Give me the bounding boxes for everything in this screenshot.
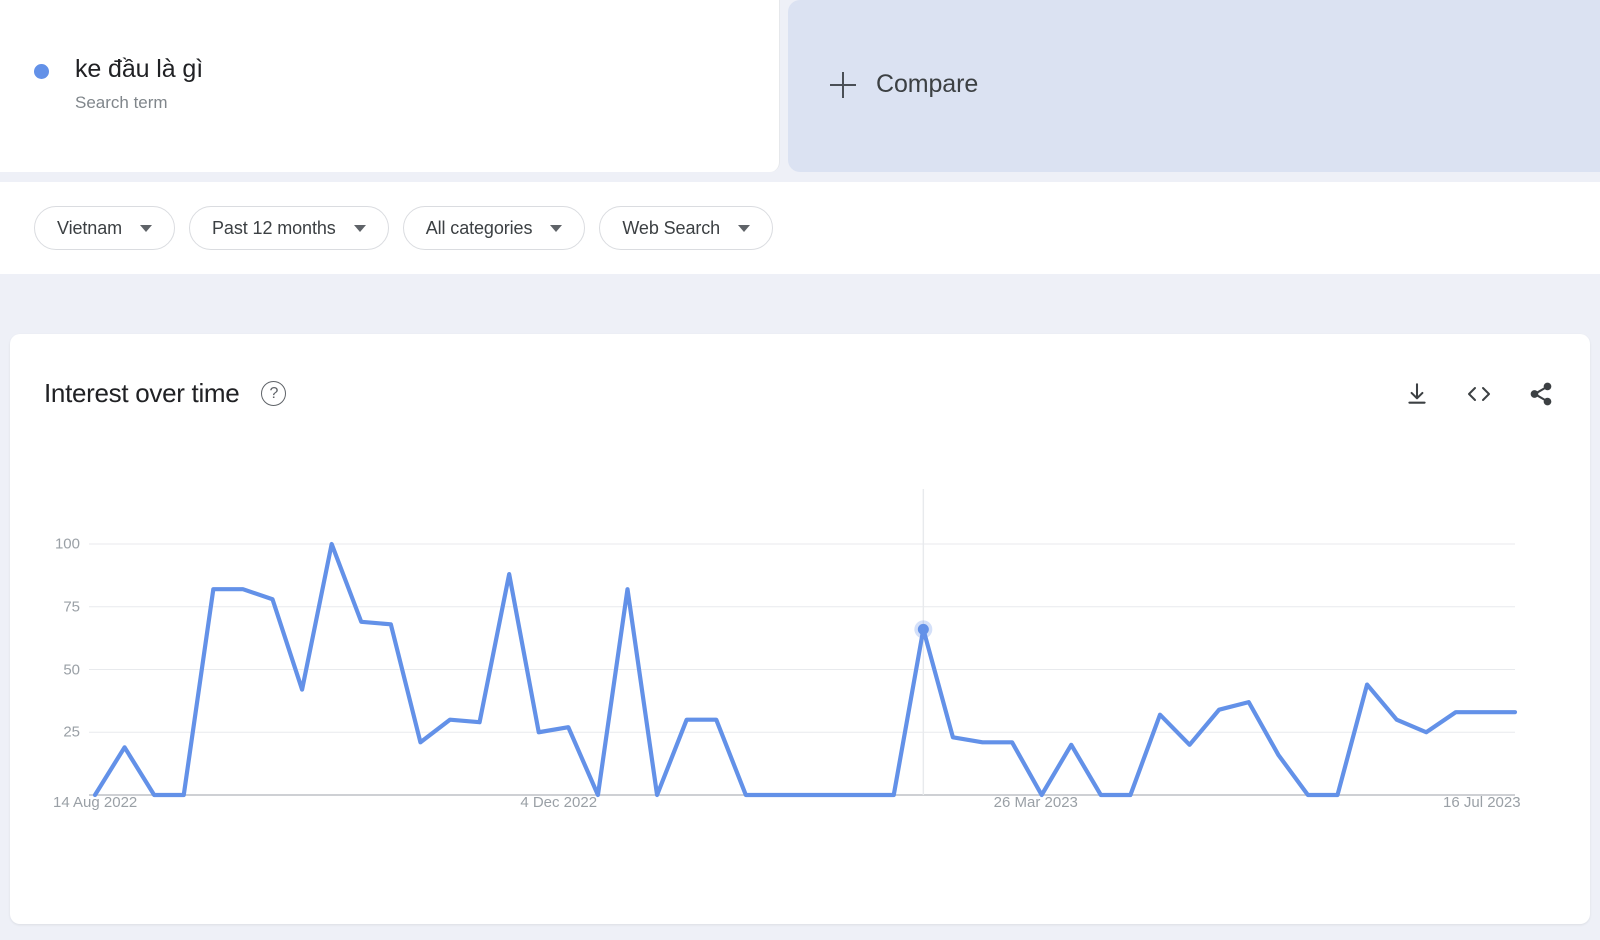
- chevron-down-icon: [738, 224, 751, 232]
- y-axis-tick: 25: [63, 723, 80, 741]
- chart-title: Interest over time: [44, 378, 240, 408]
- filter-search-type[interactable]: Web Search: [599, 206, 774, 250]
- embed-code-icon[interactable]: [1464, 379, 1494, 409]
- compare-card[interactable]: Compare: [788, 0, 1600, 172]
- search-term-text: ke đầu là gì Search term: [75, 54, 203, 113]
- search-term-label: ke đầu là gì: [75, 55, 204, 83]
- share-icon[interactable]: [1526, 379, 1556, 409]
- chevron-down-icon: [353, 224, 366, 232]
- search-term-row: ke đầu là gì Search term Compare: [0, 0, 1600, 172]
- chart-actions: [1402, 379, 1556, 409]
- interest-line-chart[interactable]: [10, 334, 1590, 924]
- x-axis-tick: 26 Mar 2023: [993, 794, 1078, 811]
- series-color-dot: [34, 64, 49, 79]
- chevron-down-icon: [550, 224, 563, 232]
- y-axis-tick: 75: [63, 598, 80, 616]
- x-axis-tick: 14 Aug 2022: [53, 794, 138, 811]
- compare-content: Compare: [830, 70, 978, 99]
- trends-page: ke đầu là gì Search term Compare Vietnam…: [0, 0, 1600, 940]
- search-term-content: ke đầu là gì Search term: [34, 54, 203, 113]
- compare-label: Compare: [876, 70, 979, 98]
- chart-title-wrap: Interest over time ?: [44, 378, 287, 409]
- filter-category-label: All categories: [425, 217, 533, 238]
- search-term-card[interactable]: ke đầu là gì Search term: [0, 0, 780, 172]
- filter-search-type-label: Web Search: [622, 217, 721, 238]
- chevron-down-icon: [140, 224, 153, 232]
- filter-time-range[interactable]: Past 12 months: [189, 206, 389, 250]
- filter-bar: Vietnam Past 12 months All categories We…: [0, 182, 1600, 274]
- x-axis-tick: 16 Jul 2023: [1443, 794, 1521, 811]
- y-axis-tick: 100: [54, 535, 80, 553]
- filter-location-label: Vietnam: [57, 217, 123, 238]
- search-term-type: Search term: [75, 93, 168, 112]
- filter-category[interactable]: All categories: [402, 206, 586, 250]
- help-icon[interactable]: ?: [261, 381, 287, 406]
- x-axis-tick: 4 Dec 2022: [520, 794, 598, 811]
- y-axis-tick: 50: [63, 661, 80, 678]
- chart-plot-area: 25 50 75 100 14 Aug 2022 4 Dec 2022 26 Mar 202…: [10, 334, 1590, 924]
- plus-icon: [830, 71, 856, 98]
- filter-time-range-label: Past 12 months: [212, 217, 336, 238]
- chart-header: Interest over time ?: [44, 378, 1556, 409]
- download-icon[interactable]: [1402, 379, 1432, 409]
- filter-location[interactable]: Vietnam: [34, 206, 176, 250]
- interest-over-time-card: Interest over time ? 25 50 75 100 14 Aug…: [10, 334, 1590, 924]
